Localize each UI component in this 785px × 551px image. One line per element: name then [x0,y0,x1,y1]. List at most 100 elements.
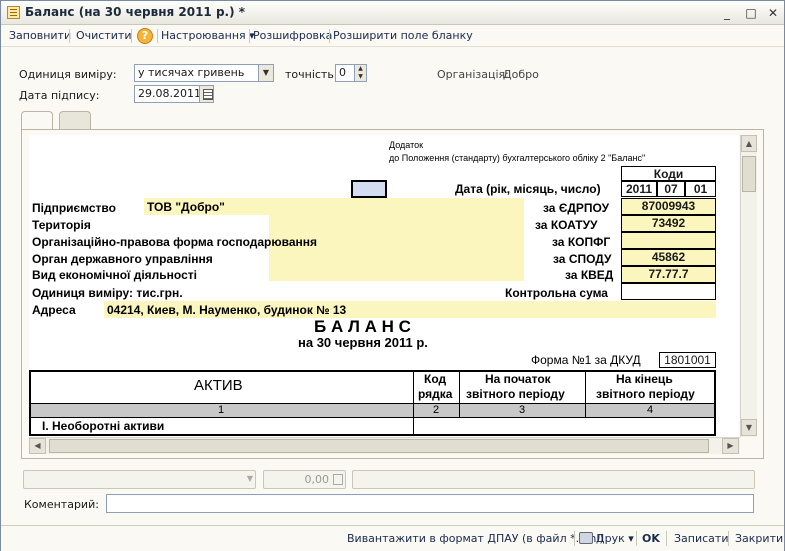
toolbar-separator [249,29,250,43]
unit-label: Одиниця виміру: [19,68,117,81]
legal-form-label: Організаційно-правова форма господарюван… [32,235,318,249]
organization-value[interactable]: Добро [503,68,539,81]
export-xml-button[interactable]: Вивантажити в формат ДПАУ (в файл *.xml) [347,532,604,545]
settings-menu[interactable]: Настроювання ▾ [161,29,255,42]
report-title: Б А Л А Н С [314,317,411,336]
balance-window: Баланс (на 30 червня 2011 р.) * _ □ ✕ За… [0,0,785,551]
command-separator [666,531,667,546]
scroll-right-icon[interactable]: ▶ [722,438,739,454]
print-menu[interactable]: Друк ▾ [596,532,634,545]
disabled-text-field [352,470,755,489]
chevron-down-icon[interactable]: ▼ [258,65,273,81]
spodu-cell[interactable]: 45862 [621,249,716,266]
end-header-line-1: На кінець [616,372,673,386]
kopfg-cell[interactable] [621,232,716,249]
column-number-row [31,403,714,418]
asset-header: АКТИВ [194,377,243,394]
form-label: Форма №1 за ДКУД [531,353,641,367]
column-number: 1 [218,404,225,416]
day-cell[interactable]: 01 [685,181,716,197]
vertical-scrollbar[interactable]: ▲ ▼ [740,135,757,437]
toolbar-separator [131,29,132,43]
edrpou-cell[interactable]: 87009943 [621,198,716,215]
save-button[interactable]: Записати [674,532,728,545]
tab-1[interactable] [21,111,53,130]
clear-button[interactable]: Очистити [76,29,131,42]
koatuu-label: за КОАТУУ [535,218,598,232]
comment-input[interactable] [106,494,754,513]
edrpou-label: за ЄДРПОУ [543,201,610,215]
comment-label: Коментарий: [24,498,99,511]
section-noncurrent-assets: І. Необоротні активи [42,419,165,433]
fill-button[interactable]: Заповнити [9,29,71,42]
appendix-line-2: до Положення (стандарту) бухгалтерського… [389,153,646,163]
expand-form-button[interactable]: Розширити поле бланку [333,29,473,42]
command-separator [728,531,729,546]
table-col-divider [459,403,460,418]
ok-button[interactable]: OK [642,532,660,545]
unit-select[interactable]: у тисячах гривень ▼ [134,64,274,82]
territory-label: Територія [32,218,91,232]
maximize-button[interactable]: □ [743,5,759,21]
title-bar: Баланс (на 30 червня 2011 р.) * _ □ ✕ [1,1,784,25]
scroll-down-icon[interactable]: ▼ [741,419,757,436]
checksum-cell[interactable] [621,283,716,300]
tab-2[interactable] [59,111,91,130]
toolbar-separator [157,29,158,43]
enterprise-value[interactable]: ТОВ "Добро" [147,200,225,214]
report-subtitle: на 30 червня 2011 р. [298,335,428,350]
amount-field: 0,00 [263,470,346,489]
kved-cell[interactable]: 77.77.7 [621,266,716,283]
date-row-label: Дата (рік, місяць, число) [455,182,601,196]
table-col-divider [585,403,586,418]
selected-cell[interactable] [351,180,387,198]
minimize-button[interactable]: _ [719,5,735,21]
territory-field-bg [269,215,524,232]
date-value: 29.08.2011 [138,87,201,100]
kved-label: за КВЕД [565,268,614,282]
codes-header: Коди [621,166,716,181]
help-icon[interactable]: ? [137,28,153,44]
enterprise-label: Підприємство [32,201,116,215]
precision-stepper[interactable]: 0 ▲ ▼ [335,64,367,82]
printer-icon[interactable] [579,532,593,544]
scroll-up-icon[interactable]: ▲ [741,135,757,152]
spodu-label: за СПОДУ [553,252,612,266]
column-number: 2 [433,404,440,416]
date-label: Дата підпису: [19,89,100,102]
close-form-button[interactable]: Закрити [735,532,783,545]
calendar-icon[interactable] [199,86,213,102]
start-header-line-1: На початок [485,372,551,386]
kopfg-label: за КОПФГ [552,235,611,249]
scroll-thumb[interactable] [49,439,709,453]
horizontal-scrollbar[interactable]: ◀ ▶ [29,437,740,454]
form-code-cell: 1801001 [659,352,716,368]
appendix-line-1: Додаток [389,140,424,150]
toolbar-separator [329,29,330,43]
date-field[interactable]: 29.08.2011 [134,85,214,103]
koatuu-cell[interactable]: 73492 [621,215,716,232]
month-cell[interactable]: 07 [657,181,685,197]
scroll-left-icon[interactable]: ◀ [29,438,46,454]
spin-arrows-icon[interactable]: ▲ ▼ [354,65,366,81]
checksum-label: Контрольна сума [505,286,608,300]
address-value[interactable]: 04214, Киев, М. Науменко, будинок № 13 [107,303,346,317]
precision-label: точність: [285,68,338,81]
command-separator [636,531,637,546]
scroll-thumb[interactable] [742,156,756,192]
toolbar: Заповнити Очистити ? Настроювання ▾ Розш… [1,25,784,47]
start-header-line-2: звітного періоду [466,387,565,401]
decode-button[interactable]: Розшифровка [253,29,332,42]
amount-value: 0,00 [304,473,330,486]
document-icon [7,6,20,19]
column-number: 3 [519,404,526,416]
unit-of-measure-label: Одиниця виміру: тис.грн. [32,286,183,300]
activity-label: Вид економічної діяльності [32,268,197,282]
column-number: 4 [647,404,654,416]
calculator-icon [333,474,343,485]
organization-label: Організація: [437,68,509,81]
window-title: Баланс (на 30 червня 2011 р.) * [25,5,246,19]
year-cell[interactable]: 2011 [621,181,657,197]
table-top-border [29,370,716,372]
close-button[interactable]: ✕ [765,5,781,21]
